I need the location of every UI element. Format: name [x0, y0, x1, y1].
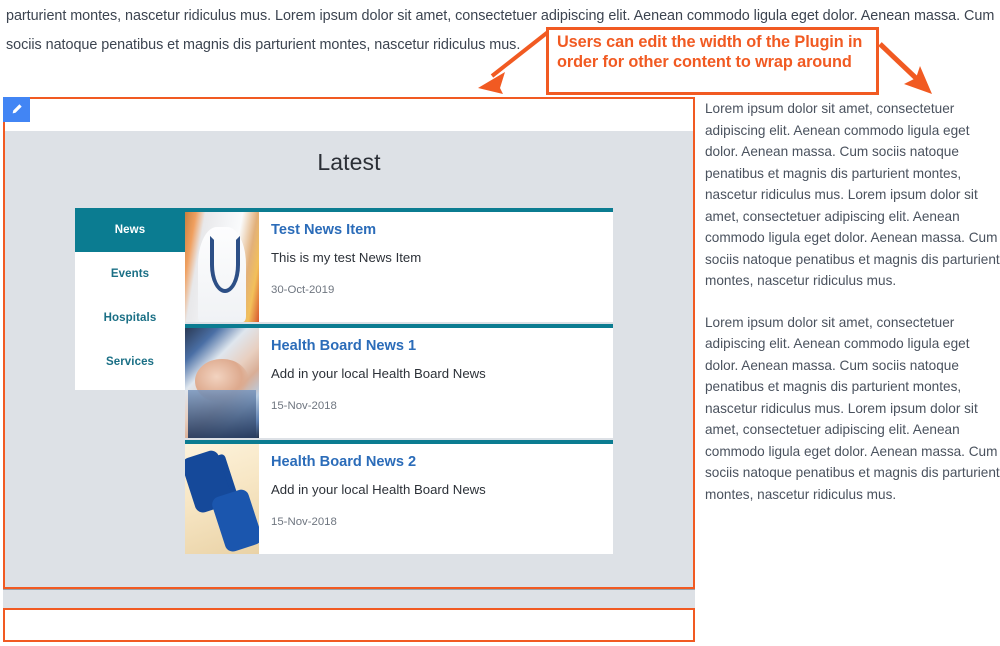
tab-hospitals[interactable]: Hospitals	[75, 296, 185, 340]
tab-events[interactable]: Events	[75, 252, 185, 296]
latest-widget: Latest News Events Hospitals Services Te…	[5, 131, 693, 587]
wrapped-text-column: Lorem ipsum dolor sit amet, consectetuer…	[705, 98, 1000, 525]
news-card-text: Health Board News 2 Add in your local He…	[259, 444, 613, 554]
news-list: Test News Item This is my test News Item…	[185, 208, 613, 554]
news-card[interactable]: Health Board News 2 Add in your local He…	[185, 440, 613, 554]
tab-events-label: Events	[110, 268, 150, 280]
tab-rail: News Events Hospitals Services	[75, 208, 185, 390]
news-date: 15-Nov-2018	[271, 515, 337, 528]
news-date: 15-Nov-2018	[271, 399, 337, 412]
wrapped-paragraph-2: Lorem ipsum dolor sit amet, consectetuer…	[705, 314, 1000, 502]
tab-services-label: Services	[105, 356, 155, 368]
news-description: This is my test News Item	[271, 250, 422, 266]
tab-hospitals-label: Hospitals	[103, 312, 157, 324]
news-card[interactable]: Test News Item This is my test News Item…	[185, 208, 613, 322]
annotation-callout: Users can edit the width of the Plugin i…	[546, 27, 879, 95]
news-card-text: Test News Item This is my test News Item…	[259, 212, 613, 322]
doctor-photo-icon	[185, 212, 259, 322]
annotation-callout-text: Users can edit the width of the Plugin i…	[557, 33, 863, 71]
plugin-header-spacer	[5, 99, 693, 129]
news-thumbnail	[185, 212, 259, 322]
widget-body: News Events Hospitals Services Test News…	[75, 208, 613, 554]
news-date: 30-Oct-2019	[271, 283, 335, 296]
tab-services[interactable]: Services	[75, 340, 185, 384]
article-line-1: parturient montes, nascetur ridiculus mu…	[6, 8, 995, 24]
tab-news[interactable]: News	[75, 208, 185, 252]
wrapped-paragraph-1: Lorem ipsum dolor sit amet, consectetuer…	[705, 101, 1000, 288]
news-thumbnail	[185, 444, 259, 554]
news-title[interactable]: Health Board News 2	[271, 454, 599, 470]
edit-plugin-button[interactable]	[3, 97, 30, 122]
news-title[interactable]: Test News Item	[271, 222, 599, 238]
plugin-container[interactable]: Latest News Events Hospitals Services Te…	[3, 97, 695, 589]
news-description: Add in your local Health Board News	[271, 482, 486, 498]
widget-title: Latest	[317, 149, 381, 175]
empty-plugin-slot[interactable]	[3, 608, 695, 642]
news-card[interactable]: Health Board News 1 Add in your local He…	[185, 324, 613, 438]
hands-photo-icon	[185, 328, 259, 438]
news-description: Add in your local Health Board News	[271, 366, 486, 382]
page-root: parturient montes, nascetur ridiculus mu…	[0, 0, 1000, 646]
puzzle-photo-icon	[185, 444, 259, 554]
widget-bottom-strip	[3, 589, 695, 608]
news-card-text: Health Board News 1 Add in your local He…	[259, 328, 613, 438]
news-thumbnail	[185, 328, 259, 438]
tab-news-label: News	[114, 224, 146, 236]
pencil-icon	[12, 104, 22, 114]
news-title[interactable]: Health Board News 1	[271, 338, 599, 354]
